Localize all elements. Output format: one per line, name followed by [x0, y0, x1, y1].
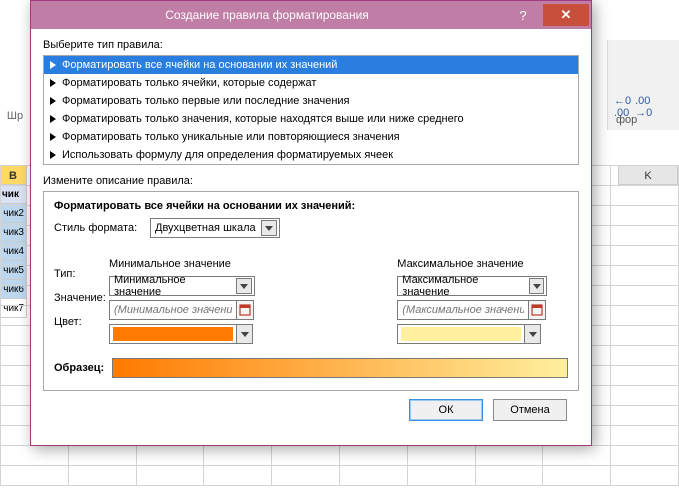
- rule-type-item[interactable]: Форматировать только первые или последни…: [44, 92, 578, 110]
- rule-description-panel: Форматировать все ячейки на основании их…: [43, 191, 579, 391]
- preview-label: Образец:: [54, 362, 104, 374]
- triangle-icon: [50, 61, 56, 69]
- triangle-icon: [50, 79, 56, 87]
- min-color-swatch: [113, 327, 233, 341]
- range-selector-button[interactable]: [236, 300, 254, 320]
- triangle-icon: [50, 151, 56, 159]
- close-icon: ✕: [561, 7, 572, 23]
- rule-type-item[interactable]: Использовать формулу для определения фор…: [44, 146, 578, 164]
- rule-type-item[interactable]: Форматировать все ячейки на основании их…: [44, 56, 578, 74]
- rule-type-label: Форматировать только ячейки, которые сод…: [62, 77, 316, 89]
- rule-type-label: Форматировать только уникальные или повт…: [62, 131, 400, 143]
- rule-type-item[interactable]: Форматировать только уникальные или повт…: [44, 128, 578, 146]
- range-selector-icon: [239, 304, 251, 316]
- chevron-down-icon: [529, 278, 545, 294]
- triangle-icon: [50, 115, 56, 123]
- rule-type-item[interactable]: Форматировать только значения, которые н…: [44, 110, 578, 128]
- triangle-icon: [50, 133, 56, 141]
- chevron-down-icon: [524, 325, 540, 343]
- range-selector-icon: [531, 304, 543, 316]
- rule-description-heading: Форматировать все ячейки на основании их…: [54, 200, 568, 212]
- rule-type-label: Использовать формулу для определения фор…: [62, 149, 393, 161]
- max-type-value: Максимальное значение: [402, 274, 524, 298]
- ok-button[interactable]: ОК: [409, 399, 483, 421]
- dialog-titlebar[interactable]: Создание правила форматирования ? ✕: [31, 1, 591, 29]
- chevron-down-icon: [236, 278, 252, 294]
- edit-rule-description-label: Измените описание правила:: [43, 175, 579, 187]
- max-color-combo[interactable]: [397, 324, 541, 344]
- ribbon-group-label: фор: [616, 114, 637, 126]
- rule-type-label: Форматировать все ячейки на основании их…: [62, 59, 337, 71]
- ribbon-font-group-label: Шр: [0, 110, 30, 122]
- new-formatting-rule-dialog: Создание правила форматирования ? ✕ Выбе…: [30, 0, 592, 446]
- ribbon-number-group: ←0.00 .00→0 фор: [607, 40, 679, 130]
- rule-type-list[interactable]: Форматировать все ячейки на основании их…: [43, 55, 579, 165]
- range-selector-button[interactable]: [528, 300, 546, 320]
- minimum-header: Минимальное значение: [109, 258, 346, 270]
- decrease-decimal-icon[interactable]: .00→0: [635, 95, 652, 119]
- rule-type-item[interactable]: Форматировать только ячейки, которые сод…: [44, 74, 578, 92]
- format-style-label: Стиль формата:: [54, 222, 144, 234]
- cancel-button[interactable]: Отмена: [493, 399, 567, 421]
- dialog-title: Создание правила форматирования: [31, 8, 503, 22]
- chevron-down-icon: [236, 325, 252, 343]
- min-value-input[interactable]: [109, 300, 237, 320]
- preview-gradient: [112, 358, 568, 378]
- format-style-value: Двухцветная шкала: [155, 222, 256, 234]
- rule-type-label: Форматировать только первые или последни…: [62, 95, 350, 107]
- help-button[interactable]: ?: [503, 4, 543, 26]
- max-value-input[interactable]: [397, 300, 529, 320]
- min-type-combo[interactable]: Минимальное значение: [109, 276, 255, 296]
- min-type-value: Минимальное значение: [114, 274, 232, 298]
- min-color-combo[interactable]: [109, 324, 253, 344]
- rule-type-label: Форматировать только значения, которые н…: [62, 113, 464, 125]
- max-color-swatch: [401, 327, 521, 341]
- format-style-combo[interactable]: Двухцветная шкала: [150, 218, 280, 238]
- max-type-combo[interactable]: Максимальное значение: [397, 276, 547, 296]
- select-rule-type-label: Выберите тип правила:: [43, 39, 579, 51]
- close-button[interactable]: ✕: [543, 4, 589, 26]
- chevron-down-icon: [261, 220, 277, 236]
- triangle-icon: [50, 97, 56, 105]
- maximum-header: Максимальное значение: [397, 258, 568, 270]
